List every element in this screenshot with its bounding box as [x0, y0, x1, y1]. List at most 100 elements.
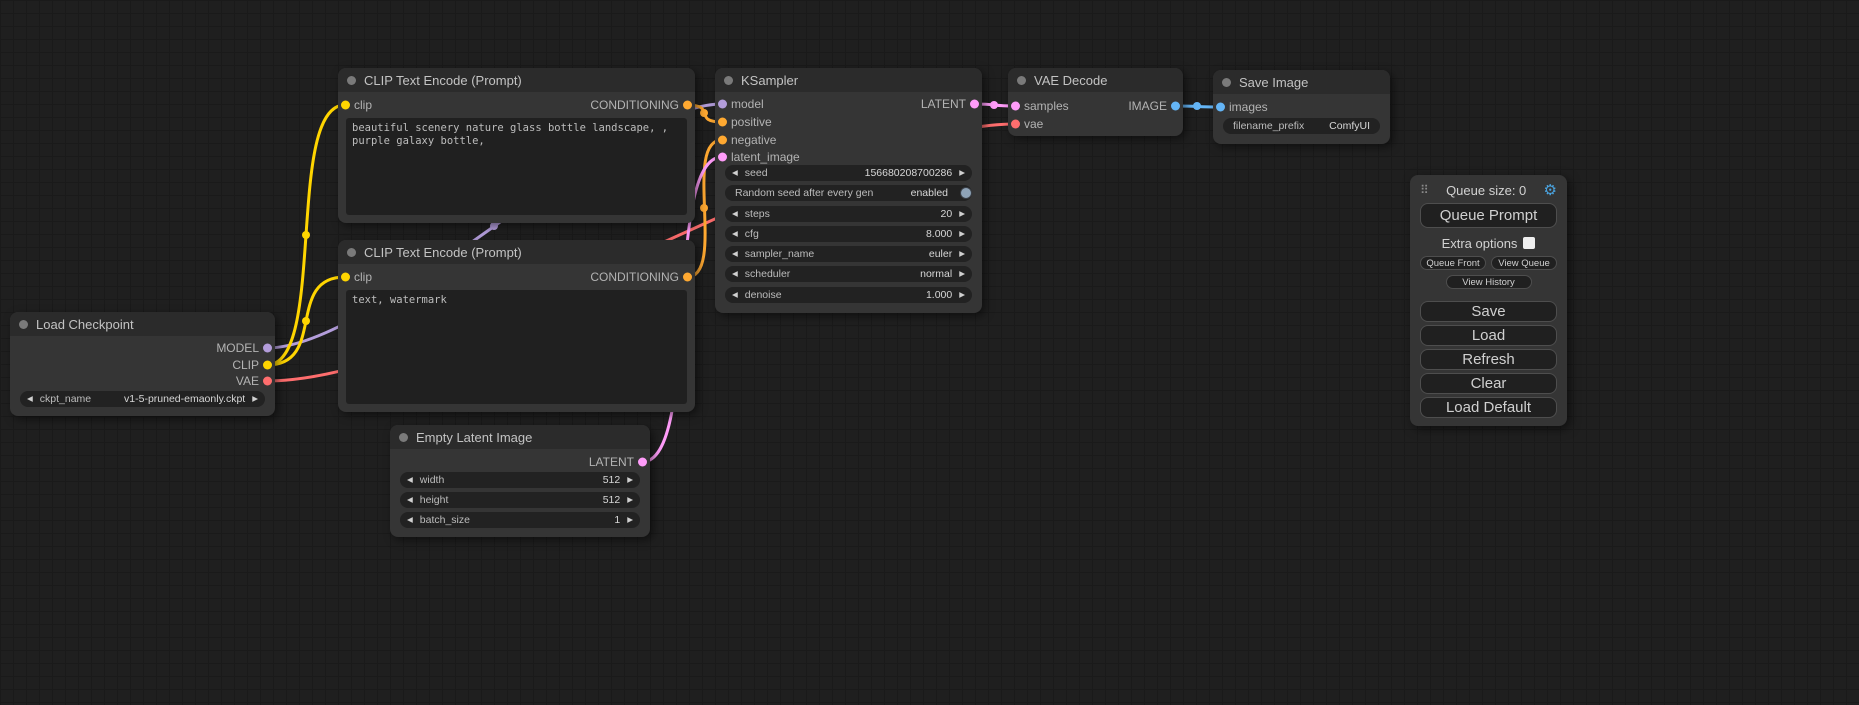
collapse-dot-icon[interactable]	[347, 248, 356, 257]
node-save-image[interactable]: Save Image images filename_prefix ComfyU…	[1213, 70, 1390, 144]
node-load-checkpoint[interactable]: Load Checkpoint MODEL CLIP VAE ◀ ckpt_na…	[10, 312, 275, 416]
node-title-bar[interactable]: CLIP Text Encode (Prompt)	[338, 240, 695, 264]
output-port-model[interactable]	[263, 344, 272, 353]
output-port-vae[interactable]	[263, 377, 272, 386]
queue-front-button[interactable]: Queue Front	[1420, 256, 1486, 270]
load-default-button[interactable]: Load Default	[1420, 397, 1557, 418]
output-slot-vae[interactable]: VAE	[236, 374, 259, 388]
input-slot-clip[interactable]: clip	[354, 270, 372, 284]
output-port-clip[interactable]	[263, 361, 272, 370]
widget-height[interactable]: ◀ height 512 ▶	[400, 492, 640, 508]
node-clip-text-encode-positive[interactable]: CLIP Text Encode (Prompt) clip CONDITION…	[338, 68, 695, 223]
input-port-latent-image[interactable]	[718, 153, 727, 162]
widget-batch-size[interactable]: ◀ batch_size 1 ▶	[400, 512, 640, 528]
input-slot-latent-image[interactable]: latent_image	[731, 150, 800, 164]
view-history-button[interactable]: View History	[1446, 275, 1532, 289]
queue-prompt-button[interactable]: Queue Prompt	[1420, 203, 1557, 228]
save-button[interactable]: Save	[1420, 301, 1557, 322]
toggle-knob-icon[interactable]	[960, 187, 972, 199]
load-button[interactable]: Load	[1420, 325, 1557, 346]
prompt-textarea[interactable]: text, watermark	[346, 290, 687, 404]
decrement-arrow-icon[interactable]: ◀	[725, 206, 745, 222]
decrement-arrow-icon[interactable]: ◀	[400, 512, 420, 528]
collapse-dot-icon[interactable]	[399, 433, 408, 442]
output-port-latent[interactable]	[970, 100, 979, 109]
widget-scheduler[interactable]: ◀ scheduler normal ▶	[725, 266, 972, 282]
graph-canvas[interactable]: Load Checkpoint MODEL CLIP VAE ◀ ckpt_na…	[0, 0, 1859, 705]
view-queue-button[interactable]: View Queue	[1491, 256, 1557, 270]
increment-arrow-icon[interactable]: ▶	[952, 206, 972, 222]
widget-filename-prefix[interactable]: filename_prefix ComfyUI	[1223, 118, 1380, 134]
node-ksampler[interactable]: KSampler model positive negative latent_…	[715, 68, 982, 313]
decrement-arrow-icon[interactable]: ◀	[725, 226, 745, 242]
widget-cfg[interactable]: ◀ cfg 8.000 ▶	[725, 226, 972, 242]
increment-arrow-icon[interactable]: ▶	[620, 512, 640, 528]
output-slot-clip[interactable]: CLIP	[232, 358, 259, 372]
widget-sampler-name[interactable]: ◀ sampler_name euler ▶	[725, 246, 972, 262]
input-port-clip[interactable]	[341, 101, 350, 110]
increment-arrow-icon[interactable]: ▶	[952, 165, 972, 181]
increment-arrow-icon[interactable]: ▶	[952, 226, 972, 242]
clear-button[interactable]: Clear	[1420, 373, 1557, 394]
widget-width[interactable]: ◀ width 512 ▶	[400, 472, 640, 488]
decrement-arrow-icon[interactable]: ◀	[725, 287, 745, 303]
collapse-dot-icon[interactable]	[19, 320, 28, 329]
input-port-samples[interactable]	[1011, 102, 1020, 111]
decrement-arrow-icon[interactable]: ◀	[400, 472, 420, 488]
input-port-clip[interactable]	[341, 273, 350, 282]
output-slot-latent[interactable]: LATENT	[921, 97, 966, 111]
input-port-images[interactable]	[1216, 103, 1225, 112]
collapse-dot-icon[interactable]	[724, 76, 733, 85]
decrement-arrow-icon[interactable]: ◀	[725, 246, 745, 262]
output-slot-image[interactable]: IMAGE	[1128, 99, 1167, 113]
widget-steps[interactable]: ◀ steps 20 ▶	[725, 206, 972, 222]
collapse-dot-icon[interactable]	[1222, 78, 1231, 87]
output-port-conditioning[interactable]	[683, 273, 692, 282]
node-empty-latent-image[interactable]: Empty Latent Image LATENT ◀ width 512 ▶ …	[390, 425, 650, 537]
node-title-bar[interactable]: Empty Latent Image	[390, 425, 650, 449]
input-port-vae[interactable]	[1011, 120, 1020, 129]
increment-arrow-icon[interactable]: ▶	[952, 246, 972, 262]
decrement-arrow-icon[interactable]: ◀	[725, 165, 745, 181]
output-port-latent[interactable]	[638, 458, 647, 467]
input-port-positive[interactable]	[718, 118, 727, 127]
collapse-dot-icon[interactable]	[1017, 76, 1026, 85]
increment-arrow-icon[interactable]: ▶	[952, 266, 972, 282]
prompt-textarea[interactable]: beautiful scenery nature glass bottle la…	[346, 118, 687, 215]
node-clip-text-encode-negative[interactable]: CLIP Text Encode (Prompt) clip CONDITION…	[338, 240, 695, 412]
widget-random-seed-toggle[interactable]: Random seed after every gen enabled	[725, 185, 972, 201]
increment-arrow-icon[interactable]: ▶	[245, 391, 265, 407]
increment-arrow-icon[interactable]: ▶	[952, 287, 972, 303]
extra-options-checkbox[interactable]	[1523, 237, 1535, 249]
input-slot-clip[interactable]: clip	[354, 98, 372, 112]
input-port-model[interactable]	[718, 100, 727, 109]
settings-gear-icon[interactable]: ⚙	[1544, 181, 1557, 199]
output-slot-latent[interactable]: LATENT	[589, 455, 634, 469]
output-port-image[interactable]	[1171, 102, 1180, 111]
input-slot-samples[interactable]: samples	[1024, 99, 1069, 113]
output-slot-conditioning[interactable]: CONDITIONING	[590, 270, 679, 284]
input-slot-positive[interactable]: positive	[731, 115, 772, 129]
node-title-bar[interactable]: Save Image	[1213, 70, 1390, 94]
drag-handle-icon[interactable]: ⠿	[1420, 183, 1429, 197]
widget-denoise[interactable]: ◀ denoise 1.000 ▶	[725, 287, 972, 303]
output-port-conditioning[interactable]	[683, 101, 692, 110]
input-slot-negative[interactable]: negative	[731, 133, 776, 147]
increment-arrow-icon[interactable]: ▶	[620, 472, 640, 488]
refresh-button[interactable]: Refresh	[1420, 349, 1557, 370]
input-slot-images[interactable]: images	[1229, 100, 1268, 114]
collapse-dot-icon[interactable]	[347, 76, 356, 85]
input-slot-model[interactable]: model	[731, 97, 764, 111]
decrement-arrow-icon[interactable]: ◀	[20, 391, 40, 407]
increment-arrow-icon[interactable]: ▶	[620, 492, 640, 508]
decrement-arrow-icon[interactable]: ◀	[725, 266, 745, 282]
node-vae-decode[interactable]: VAE Decode samples vae IMAGE	[1008, 68, 1183, 136]
widget-seed[interactable]: ◀ seed 156680208700286 ▶	[725, 165, 972, 181]
node-title-bar[interactable]: CLIP Text Encode (Prompt)	[338, 68, 695, 92]
input-port-negative[interactable]	[718, 136, 727, 145]
output-slot-model[interactable]: MODEL	[216, 341, 259, 355]
node-title-bar[interactable]: VAE Decode	[1008, 68, 1183, 92]
node-title-bar[interactable]: Load Checkpoint	[10, 312, 275, 336]
node-title-bar[interactable]: KSampler	[715, 68, 982, 92]
widget-ckpt-name[interactable]: ◀ ckpt_name v1-5-pruned-emaonly.ckpt ▶	[20, 391, 265, 407]
